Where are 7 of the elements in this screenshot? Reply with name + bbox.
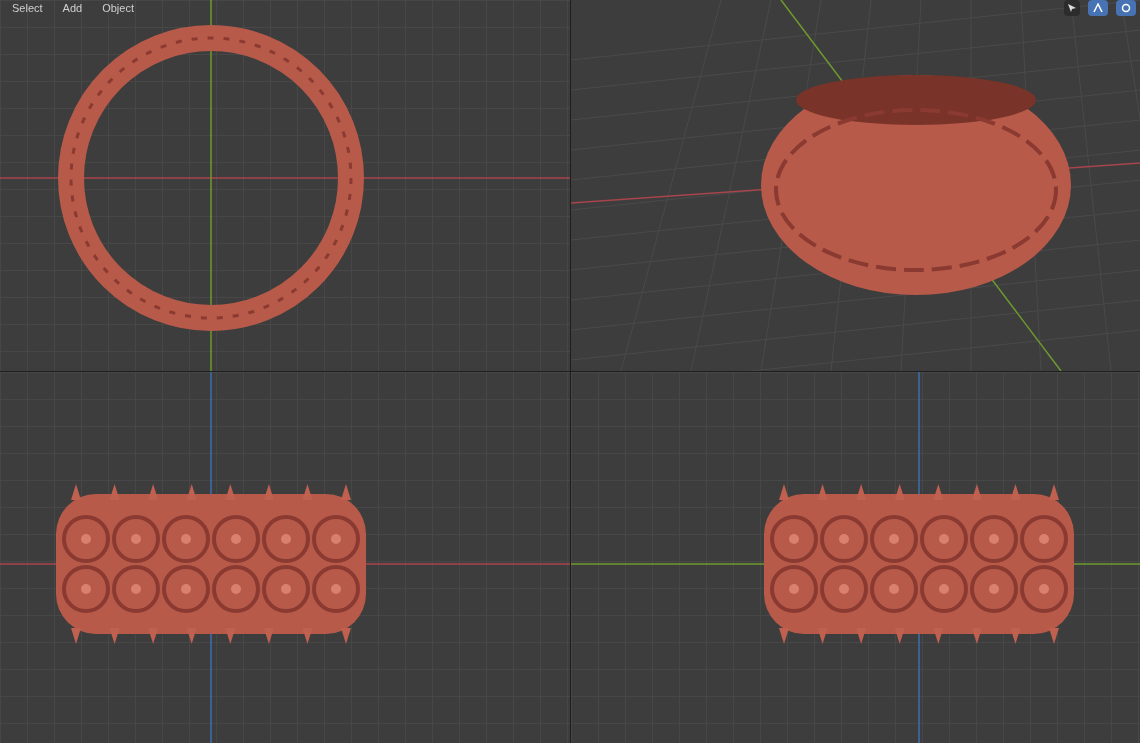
- viewport[interactable]: Select Add Object: [0, 0, 570, 371]
- menu-item[interactable]: Add: [58, 0, 87, 17]
- overlay-toggle-icon[interactable]: [1116, 0, 1136, 16]
- gizmo-toggle-icon[interactable]: [1088, 0, 1108, 16]
- cursor-icon[interactable]: [1064, 0, 1080, 16]
- menu-item[interactable]: Object: [98, 0, 138, 17]
- menu-item[interactable]: Select: [8, 0, 47, 17]
